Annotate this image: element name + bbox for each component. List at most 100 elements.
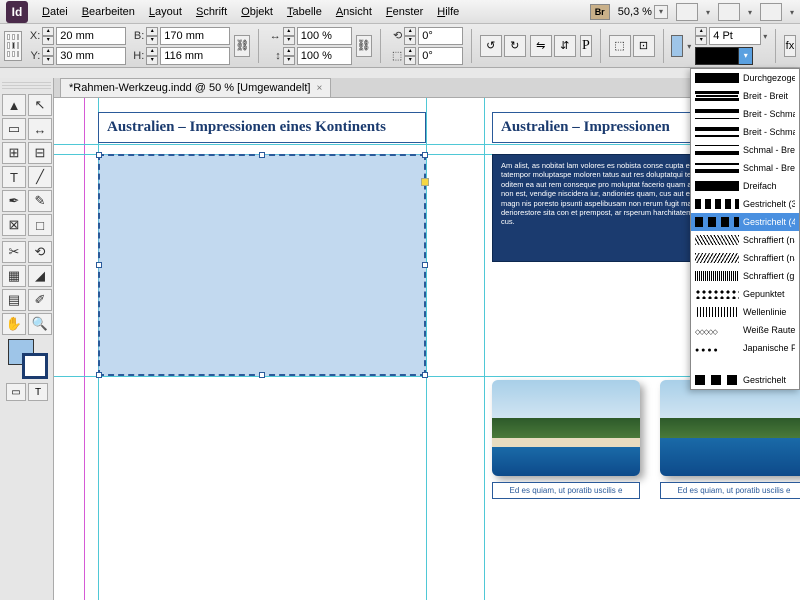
stroke-option[interactable]: Gestrichelt <box>691 371 799 389</box>
chevron-down-icon[interactable] <box>706 6 710 18</box>
flip-v-icon[interactable]: ⇵ <box>554 35 576 57</box>
fill-dropdown-icon[interactable] <box>687 40 691 52</box>
content-placer[interactable]: ⊟ <box>28 142 52 164</box>
constrain-icon[interactable]: ⛓ <box>234 35 250 57</box>
stroke-option[interactable]: Gestrichelt (3 <box>691 195 799 213</box>
chevron-down-icon[interactable] <box>748 6 752 18</box>
stroke-option[interactable]: Schraffiert (g <box>691 267 799 285</box>
select-container-icon[interactable]: ⬚ <box>609 35 631 57</box>
stroke-style-selector[interactable]: ▾ <box>695 47 753 65</box>
h-input[interactable]: 116 mm <box>160 47 230 65</box>
gradient-swatch[interactable]: ▦ <box>2 265 26 287</box>
p-icon[interactable]: P <box>580 35 592 57</box>
bridge-icon[interactable]: Br <box>590 4 610 20</box>
caption-frame[interactable]: Ed es quiam, ut poratib uscilis e <box>660 482 800 499</box>
menu-datei[interactable]: Datei <box>42 6 68 18</box>
menu-tabelle[interactable]: Tabelle <box>287 6 322 18</box>
y-input[interactable]: 30 mm <box>56 47 126 65</box>
stroke-option[interactable]: Durchgezogen <box>691 69 799 87</box>
stroke-option[interactable]: Gepunktet <box>691 285 799 303</box>
stroke-weight-dropdown-icon[interactable] <box>763 30 767 42</box>
menu-hilfe[interactable]: Hilfe <box>437 6 459 18</box>
arrange-docs-icon[interactable] <box>760 3 782 21</box>
stroke-option[interactable]: Schmal - Brei <box>691 141 799 159</box>
image-frame[interactable] <box>660 380 800 476</box>
direct-select[interactable]: ↖ <box>28 94 52 116</box>
color-swatches[interactable] <box>8 339 48 379</box>
stroke-option[interactable]: Breit - Schma <box>691 123 799 141</box>
stroke-option[interactable]: Weiße Rauten <box>691 321 799 339</box>
menu-objekt[interactable]: Objekt <box>241 6 273 18</box>
h-spinner[interactable]: ▴▾ <box>146 47 158 65</box>
rotate-input[interactable]: 0° <box>418 27 463 45</box>
stroke-option[interactable]: Wellenlinie <box>691 303 799 321</box>
hand-tool[interactable]: ✋ <box>2 313 26 335</box>
x-spinner[interactable]: ▴▾ <box>42 27 54 45</box>
selected-frame[interactable] <box>98 154 426 376</box>
close-tab-icon[interactable]: × <box>316 83 322 94</box>
pen-tool[interactable]: ✒ <box>2 190 26 212</box>
apply-color-icon[interactable]: ▭ <box>6 383 26 401</box>
note-tool[interactable]: ▤ <box>2 289 26 311</box>
stroke-option[interactable]: Schraffiert (na <box>691 231 799 249</box>
rotate-spinner[interactable]: ▴▾ <box>404 27 416 45</box>
caption-frame[interactable]: Ed es quiam, ut poratib uscilis e <box>492 482 640 499</box>
stroke-weight-input[interactable]: 4 Pt <box>709 27 761 45</box>
resize-handle[interactable] <box>422 262 428 268</box>
content-collector[interactable]: ⊞ <box>2 142 26 164</box>
gradient-feather[interactable]: ◢ <box>28 265 52 287</box>
fill-color[interactable] <box>671 35 683 57</box>
scaley-spinner[interactable]: ▴▾ <box>283 47 295 65</box>
menu-fenster[interactable]: Fenster <box>386 6 423 18</box>
frame-rect[interactable]: ⊠ <box>2 214 26 236</box>
menu-bearbeiten[interactable]: Bearbeiten <box>82 6 135 18</box>
y-spinner[interactable]: ▴▾ <box>42 47 54 65</box>
stroke-option[interactable]: Breit - Breit <box>691 87 799 105</box>
constrain-scale-icon[interactable]: ⛓ <box>356 35 372 57</box>
stroke-option[interactable]: Gestrichelt (4 <box>691 213 799 231</box>
document-canvas[interactable]: Australien – Impressionen eines Kontinen… <box>54 98 800 600</box>
resize-handle[interactable] <box>259 152 265 158</box>
chevron-down-icon[interactable] <box>790 6 794 18</box>
menu-layout[interactable]: Layout <box>149 6 182 18</box>
menu-ansicht[interactable]: Ansicht <box>336 6 372 18</box>
w-input[interactable]: 170 mm <box>160 27 230 45</box>
stroke-style-dropdown[interactable]: DurchgezogenBreit - BreitBreit - SchmaBr… <box>690 68 800 390</box>
zoom-level[interactable]: 50,3 % <box>618 6 652 18</box>
stroke-option[interactable]: Schmal - Brei <box>691 159 799 177</box>
zoom-tool[interactable]: 🔍 <box>28 313 52 335</box>
reference-point[interactable] <box>4 31 22 61</box>
resize-handle[interactable] <box>96 152 102 158</box>
select-content-icon[interactable]: ⊡ <box>633 35 655 57</box>
stroke-option[interactable]: Dreifach <box>691 177 799 195</box>
stroke-swatch[interactable] <box>22 353 48 379</box>
effects-icon[interactable]: fx <box>784 35 796 57</box>
document-tab[interactable]: *Rahmen-Werkzeug.indd @ 50 % [Umgewandel… <box>60 78 331 97</box>
scaley-input[interactable]: 100 % <box>297 47 352 65</box>
image-frame[interactable] <box>492 380 640 476</box>
scissors[interactable]: ✂ <box>2 241 26 263</box>
resize-handle[interactable] <box>96 372 102 378</box>
pencil-tool[interactable]: ✎ <box>28 190 52 212</box>
zoom-dropdown-icon[interactable] <box>654 5 668 19</box>
view-options-icon[interactable] <box>676 3 698 21</box>
shear-spinner[interactable]: ▴▾ <box>404 47 416 65</box>
rotate-cw-icon[interactable]: ↻ <box>504 35 526 57</box>
scalex-spinner[interactable]: ▴▾ <box>283 27 295 45</box>
resize-handle[interactable] <box>422 152 428 158</box>
w-spinner[interactable]: ▴▾ <box>146 27 158 45</box>
scalex-input[interactable]: 100 % <box>297 27 352 45</box>
rotate-ccw-icon[interactable]: ↺ <box>480 35 502 57</box>
page-tool[interactable]: ▭ <box>2 118 26 140</box>
menu-schrift[interactable]: Schrift <box>196 6 227 18</box>
eyedropper[interactable]: ✐ <box>28 289 52 311</box>
select-arrow[interactable]: ▲ <box>2 94 26 116</box>
rect-tool[interactable]: □ <box>28 214 52 236</box>
stroke-weight-spinner[interactable]: ▴▾ <box>695 27 707 45</box>
line-tool[interactable]: ╱ <box>28 166 52 188</box>
gap-tool[interactable]: ↔ <box>28 118 52 140</box>
shear-input[interactable]: 0° <box>418 47 463 65</box>
screen-mode-icon[interactable] <box>718 3 740 21</box>
stroke-option[interactable]: Schraffiert (na <box>691 249 799 267</box>
free-transform[interactable]: ⟲ <box>28 241 52 263</box>
